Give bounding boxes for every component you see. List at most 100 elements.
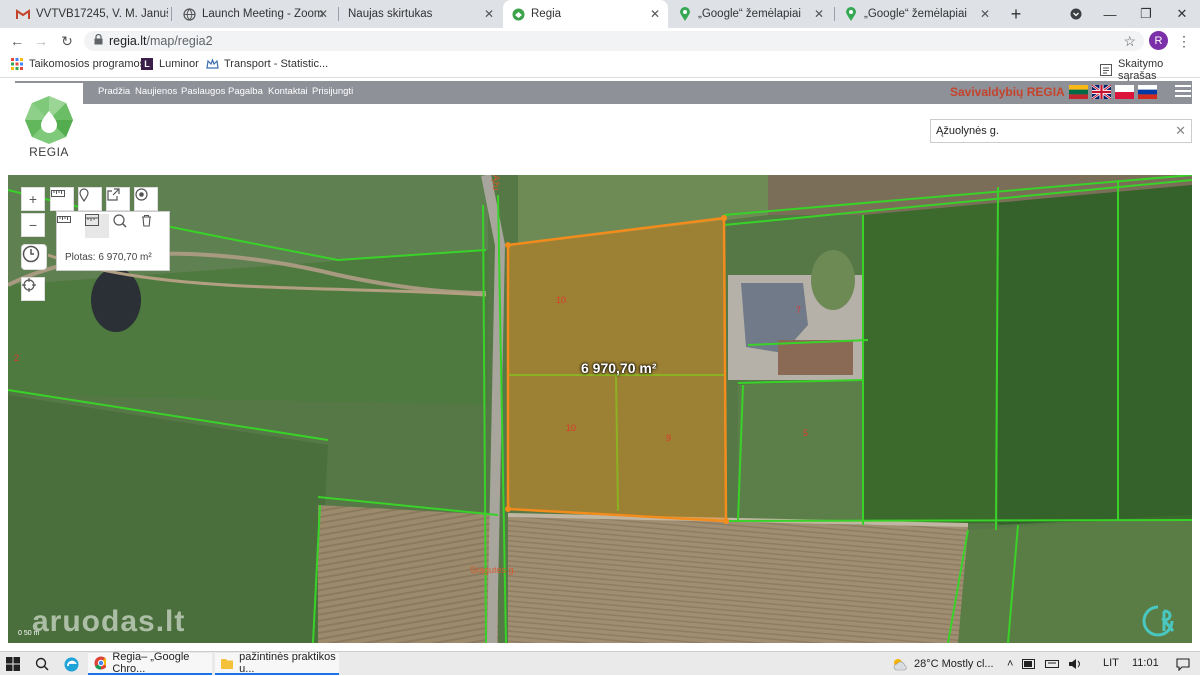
zoom-out-button[interactable]: − [21,213,45,237]
locate-me-button[interactable] [21,277,45,301]
notification-icon [1176,657,1190,671]
close-icon[interactable]: ✕ [980,7,990,21]
tab-title: „Google“ žemėlapiai [864,8,967,20]
close-icon[interactable]: ✕ [814,7,824,21]
gb-flag-icon[interactable] [1092,85,1111,99]
measure-distance-button[interactable] [57,214,81,238]
nav-link-naujienos[interactable]: Naujienos [135,86,177,97]
measure-panel: Plotas: 6 970,70 m² [56,211,170,271]
globe-icon [182,7,196,21]
nav-link-prisijungti[interactable]: Prisijungti [312,86,353,97]
tab-0[interactable]: VVTVB17245, V. M. Janušau [8,0,168,28]
tray-icons[interactable]: ˄ [1007,652,1091,676]
measure-area-button[interactable] [85,214,109,238]
forward-icon[interactable]: → [31,32,51,50]
weather-widget[interactable]: 28°C Mostly cl... [892,652,994,676]
network-icon [1045,660,1060,668]
taskbar-app-label: Regia– „Google Chro... [112,651,190,675]
zoom-in-button[interactable]: + [21,187,45,211]
marker-tool-button[interactable] [78,187,102,211]
language-indicator[interactable]: LIT [1103,657,1119,669]
history-button[interactable] [21,244,47,270]
tab-2[interactable]: Naujas skirtukas ✕ [340,0,502,28]
minimize-button[interactable]: — [1092,0,1128,28]
close-icon[interactable]: ✕ [650,7,660,21]
tab-title: VVTVB17245, V. M. Janušau [36,8,168,20]
taskbar-search-button[interactable] [35,652,49,676]
close-icon[interactable]: ✕ [484,7,494,21]
ru-flag-icon[interactable] [1138,85,1157,99]
search-value: Ąžuolynės g. [936,125,999,137]
taskbar-app-folder[interactable]: pažintinės praktikos u... [215,651,339,675]
reading-list-button[interactable]: Skaitymo sąrašas [1100,58,1200,82]
lt-flag-icon[interactable] [1069,85,1088,99]
hamburger-menu-icon[interactable] [1175,85,1191,99]
tab-title: Regia [531,8,562,20]
windows-start-button[interactable] [6,652,20,676]
parcel-number: 5 [803,428,809,438]
bookmark-label: Transport - Statistic... [224,58,329,70]
site-logo[interactable]: REGIA [15,83,83,163]
crosshair-icon [22,278,36,292]
watermark: aruodas.lt [32,605,186,638]
tab-search-icon[interactable] [1058,0,1094,28]
area-info-label: Plotas: 6 970,70 m² [65,252,152,263]
map-canvas[interactable]: + − Plotas: 6 970,70 m² 6 970,70 m² 10 7… [8,175,1192,643]
tab-title: Launch Meeting - Zoom [202,8,324,20]
taskbar-app-chrome[interactable]: Regia– „Google Chro... [88,651,212,675]
url-input[interactable]: regia.lt/map/regia2 ☆ [84,31,1144,51]
nav-link-kontaktai[interactable]: Kontaktai [268,86,308,97]
parcel-number: 9 [666,433,672,443]
nav-link-pagalba[interactable]: Pagalba [228,86,263,97]
avatar[interactable]: R [1149,31,1168,50]
chevron-up-icon[interactable]: ˄ [1007,658,1013,670]
location-pin-icon [79,188,89,202]
taskbar: Regia– „Google Chro... pažintinės prakti… [0,651,1200,675]
bookmark-label: Luminor [159,58,199,70]
target-button[interactable] [134,187,158,211]
tab-1[interactable]: Launch Meeting - Zoom ✕ [174,0,336,28]
clear-measure-button[interactable] [141,214,165,238]
mail-icon [16,7,30,21]
star-icon[interactable]: ☆ [1123,33,1136,50]
close-window-button[interactable]: ✕ [1164,0,1200,28]
trash-icon [142,214,151,227]
regia-logo-icon [25,96,73,144]
ruler-icon [57,216,71,223]
scale-bar: 0 50 m [18,630,40,637]
edge-button[interactable] [64,652,79,676]
back-icon[interactable]: ← [7,32,27,50]
bookmark-transport[interactable]: Transport - Statistic... [206,58,328,70]
windows-logo-icon [6,657,20,671]
clear-search-icon[interactable]: ✕ [1175,123,1186,139]
new-tab-button[interactable]: + [998,0,1034,28]
bookmarks-bar: Taikomosios programos L Luminor Transpor… [0,54,1200,82]
measure-tool-button[interactable] [50,187,74,211]
tab-5[interactable]: „Google“ žemėlapiai ✕ [836,0,998,28]
measure-radius-button[interactable] [113,214,137,238]
tab-3[interactable]: Regia ✕ [503,0,668,28]
bookmark-apps[interactable]: Taikomosios programos [11,58,145,70]
weather-text: 28°C Mostly cl... [914,658,994,670]
close-icon[interactable]: ✕ [318,7,328,21]
area-ruler-icon [85,214,99,226]
nav-link-paslaugos[interactable]: Paslaugos [181,86,225,97]
pl-flag-icon[interactable] [1115,85,1134,99]
reload-icon[interactable]: ↻ [57,32,77,50]
road-label: Ąžu [491,175,501,191]
more-menu-icon[interactable]: ⋮ [1174,32,1194,50]
edge-icon [64,657,79,671]
notifications-button[interactable] [1176,652,1190,676]
nav-link-pradzia[interactable]: Pradžia [98,86,130,97]
tab-4[interactable]: „Google“ žemėlapiai ✕ [670,0,832,28]
browser-tab-bar: VVTVB17245, V. M. Janušau Launch Meeting… [0,0,1200,28]
parcel-number: 10 [556,295,567,305]
clock[interactable]: 11:01 [1132,657,1159,669]
volume-icon [1069,659,1081,669]
share-button[interactable] [106,187,130,211]
maximize-button[interactable]: ❐ [1128,0,1164,28]
crown-icon [206,58,219,70]
bookmark-luminor[interactable]: L Luminor [141,58,199,70]
address-search-input[interactable]: Ąžuolynės g. ✕ [930,119,1192,143]
logo-text: REGIA [29,145,69,159]
